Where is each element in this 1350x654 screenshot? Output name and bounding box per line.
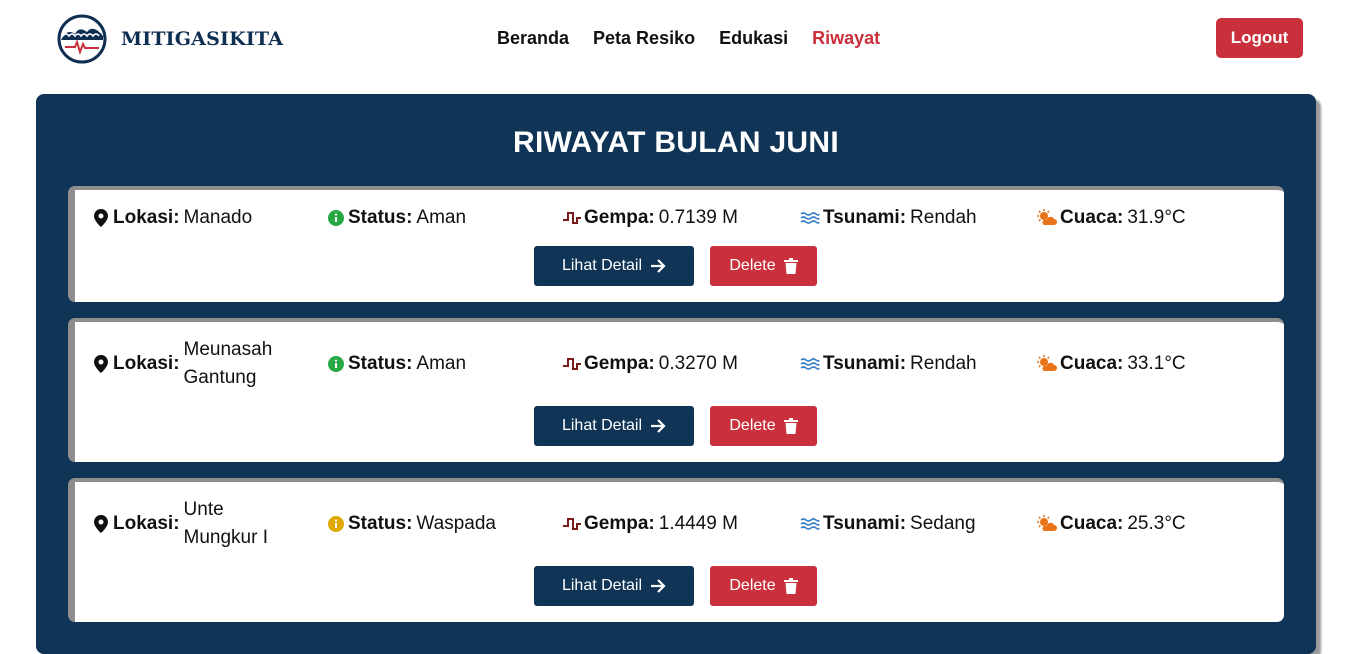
cuaca-label: Cuaca: xyxy=(1060,207,1124,228)
cuaca-field: Cuaca: 33.1°C xyxy=(1037,336,1186,392)
cuaca-value: 31.9°C xyxy=(1127,207,1186,228)
brand-logo-icon xyxy=(57,14,107,64)
arrow-right-icon xyxy=(650,259,666,273)
nav-item-edukasi[interactable]: Edukasi xyxy=(719,28,788,49)
lokasi-value: Meunasah Gantung xyxy=(183,339,273,388)
lokasi-label: Lokasi: xyxy=(113,513,180,534)
lokasi-value: Unte Mungkur I xyxy=(183,499,269,548)
trash-icon xyxy=(783,418,798,434)
lihat-detail-button[interactable]: Lihat Detail xyxy=(534,566,694,606)
history-panel: RIWAYAT BULAN JUNI Lokasi: Manado Status… xyxy=(36,94,1316,654)
brand[interactable]: MITIGASIKITA xyxy=(57,14,283,64)
lihat-detail-label: Lihat Detail xyxy=(561,257,643,274)
gempa-field: Gempa: 0.3270 M xyxy=(563,336,738,392)
gempa-label: Gempa: xyxy=(584,207,655,228)
water-waves-icon xyxy=(800,209,820,227)
nav-item-riwayat[interactable]: Riwayat xyxy=(812,28,880,49)
delete-label: Delete xyxy=(729,577,776,594)
gempa-value: 0.7139 M xyxy=(658,207,738,228)
cuaca-label: Cuaca: xyxy=(1060,513,1124,534)
arrow-right-icon xyxy=(650,579,666,593)
info-icon xyxy=(327,515,345,533)
lokasi-field: Lokasi: Unte Mungkur I xyxy=(92,496,294,552)
status-field: Status: Waspada xyxy=(327,496,496,552)
water-waves-icon xyxy=(800,515,820,533)
history-card: Lokasi: Unte Mungkur I Status: Waspada G… xyxy=(68,478,1284,622)
tsunami-value: Sedang xyxy=(910,513,976,534)
brand-name: MITIGASIKITA xyxy=(121,28,284,50)
tsunami-label: Tsunami: xyxy=(823,353,907,374)
tsunami-label: Tsunami: xyxy=(823,207,907,228)
map-pin-icon xyxy=(92,355,110,373)
tsunami-value: Rendah xyxy=(910,353,977,374)
info-icon xyxy=(327,209,345,227)
lihat-detail-button[interactable]: Lihat Detail xyxy=(534,246,694,286)
gempa-field: Gempa: 1.4449 M xyxy=(563,496,738,552)
cuaca-field: Cuaca: 31.9°C xyxy=(1037,204,1186,232)
lokasi-field: Lokasi: Manado xyxy=(92,204,252,232)
map-pin-icon xyxy=(92,515,110,533)
status-label: Status: xyxy=(348,207,413,228)
tsunami-field: Tsunami: Sedang xyxy=(800,496,976,552)
lokasi-value: Manado xyxy=(183,207,253,228)
status-label: Status: xyxy=(348,353,413,374)
gempa-field: Gempa: 0.7139 M xyxy=(563,204,738,232)
seismic-icon xyxy=(563,515,581,533)
history-card: Lokasi: Meunasah Gantung Status: Aman Ge… xyxy=(68,318,1284,462)
lokasi-field: Lokasi: Meunasah Gantung xyxy=(92,336,294,392)
history-card: Lokasi: Manado Status: Aman Gempa: 0.713… xyxy=(68,186,1284,302)
sun-cloud-icon xyxy=(1037,209,1057,227)
navbar: MITIGASIKITA Beranda Peta Resiko Edukasi… xyxy=(0,0,1350,80)
lihat-detail-label: Lihat Detail xyxy=(561,577,643,594)
gempa-value: 0.3270 M xyxy=(658,353,738,374)
tsunami-value: Rendah xyxy=(910,207,977,228)
tsunami-label: Tsunami: xyxy=(823,513,907,534)
cuaca-field: Cuaca: 25.3°C xyxy=(1037,496,1186,552)
trash-icon xyxy=(783,258,798,274)
nav-links: Beranda Peta Resiko Edukasi Riwayat xyxy=(497,28,880,49)
map-pin-icon xyxy=(92,209,110,227)
arrow-right-icon xyxy=(650,419,666,433)
status-value: Aman xyxy=(416,207,467,228)
lokasi-label: Lokasi: xyxy=(113,353,180,374)
seismic-icon xyxy=(563,209,581,227)
status-value: Aman xyxy=(416,353,467,374)
cuaca-label: Cuaca: xyxy=(1060,353,1124,374)
status-field: Status: Aman xyxy=(327,204,466,232)
info-icon xyxy=(327,355,345,373)
sun-cloud-icon xyxy=(1037,515,1057,533)
gempa-value: 1.4449 M xyxy=(658,513,738,534)
nav-item-peta-resiko[interactable]: Peta Resiko xyxy=(593,28,695,49)
status-field: Status: Aman xyxy=(327,336,466,392)
logout-button[interactable]: Logout xyxy=(1216,18,1303,58)
nav-item-beranda[interactable]: Beranda xyxy=(497,28,569,49)
gempa-label: Gempa: xyxy=(584,353,655,374)
delete-button[interactable]: Delete xyxy=(710,246,817,286)
water-waves-icon xyxy=(800,355,820,373)
status-value: Waspada xyxy=(416,513,496,534)
tsunami-field: Tsunami: Rendah xyxy=(800,336,977,392)
status-label: Status: xyxy=(348,513,413,534)
sun-cloud-icon xyxy=(1037,355,1057,373)
delete-label: Delete xyxy=(729,417,776,434)
cuaca-value: 25.3°C xyxy=(1127,513,1186,534)
delete-label: Delete xyxy=(729,257,776,274)
lihat-detail-label: Lihat Detail xyxy=(561,417,643,434)
lihat-detail-button[interactable]: Lihat Detail xyxy=(534,406,694,446)
trash-icon xyxy=(783,578,798,594)
gempa-label: Gempa: xyxy=(584,513,655,534)
page-title: RIWAYAT BULAN JUNI xyxy=(513,126,839,159)
seismic-icon xyxy=(563,355,581,373)
delete-button[interactable]: Delete xyxy=(710,566,817,606)
tsunami-field: Tsunami: Rendah xyxy=(800,204,977,232)
cuaca-value: 33.1°C xyxy=(1127,353,1186,374)
lokasi-label: Lokasi: xyxy=(113,207,180,228)
delete-button[interactable]: Delete xyxy=(710,406,817,446)
